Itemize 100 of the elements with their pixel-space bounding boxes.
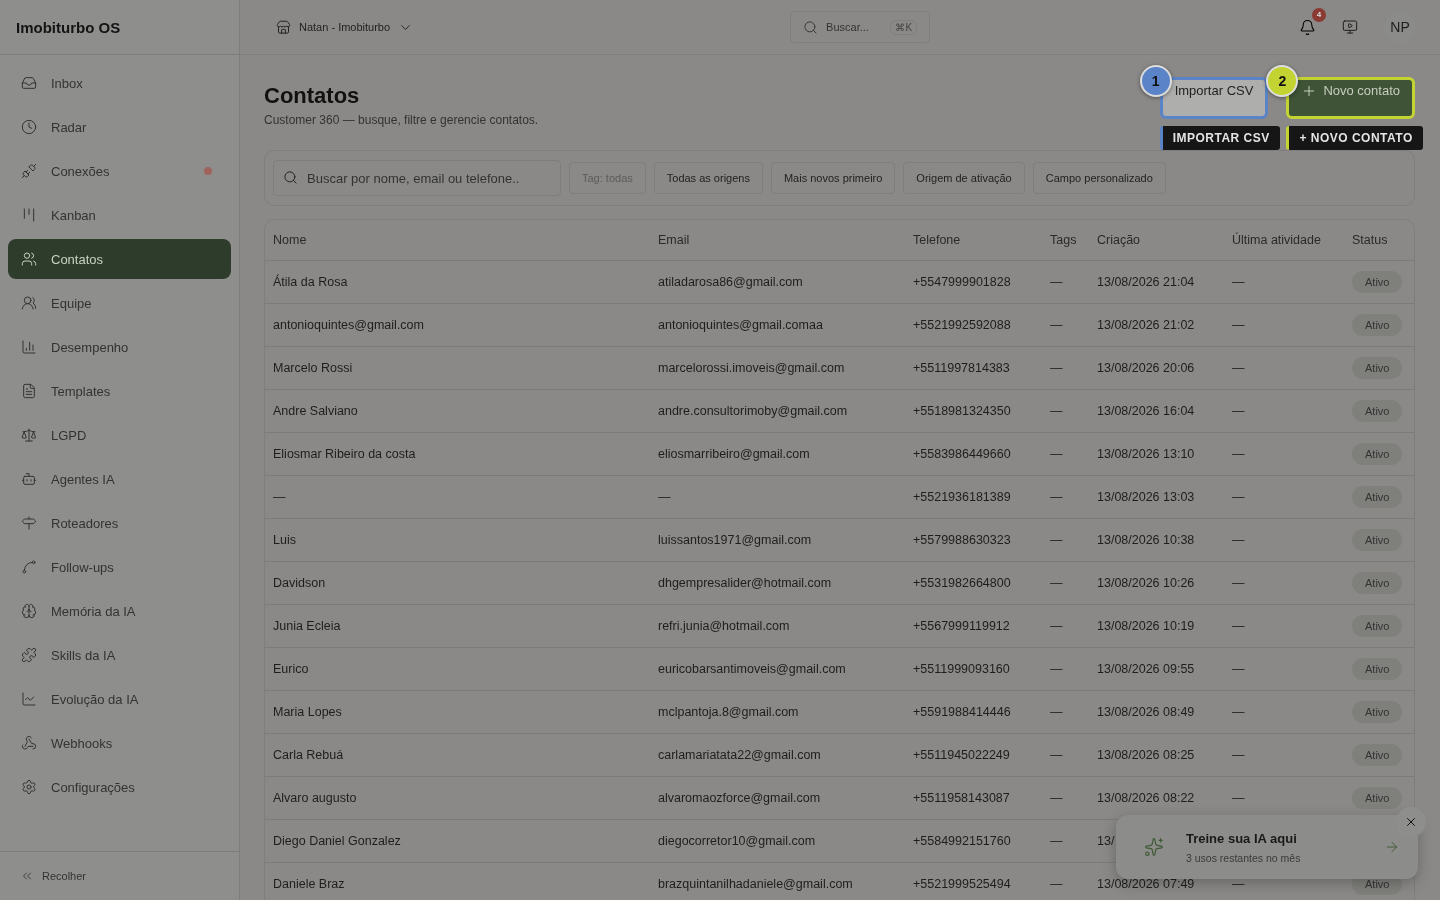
table-cell: 13/08/2026 09:55 xyxy=(1097,662,1195,676)
column-header: Email xyxy=(658,233,691,247)
sidebar-item[interactable]: Webhooks xyxy=(8,723,231,763)
sidebar-item[interactable]: Agentes IA xyxy=(8,459,231,499)
table-cell: — xyxy=(1232,490,1245,504)
workspace-selector[interactable]: Natan - Imobiturbo xyxy=(276,19,414,35)
table-cell: +5591988414446 xyxy=(913,705,1011,719)
sidebar-item[interactable]: Conexões xyxy=(8,151,231,191)
filter-button[interactable]: Origem de ativação xyxy=(903,162,1025,194)
table-cell: Alvaro augusto xyxy=(273,791,357,805)
sidebar-item[interactable]: Skills da IA xyxy=(8,635,231,675)
sidebar-item[interactable]: Radar xyxy=(8,107,231,147)
table-cell: +5521999525494 xyxy=(913,877,1011,891)
table-cell: — xyxy=(1232,361,1245,375)
search-field[interactable]: Buscar... ⌘K xyxy=(790,11,931,43)
sidebar-item[interactable]: Templates xyxy=(8,371,231,411)
table-cell: — xyxy=(1232,447,1245,461)
sidebar-item[interactable]: Follow-ups xyxy=(8,547,231,587)
sidebar-item[interactable]: Inbox xyxy=(8,63,231,103)
table-cell: diegocorretor10@gmail.com xyxy=(658,834,816,848)
sidebar-item[interactable]: Contatos xyxy=(8,239,231,279)
new-contact-button[interactable]: Novo contato xyxy=(1286,77,1415,119)
table-cell: — xyxy=(1050,877,1063,891)
table-cell: andre.consultorimoby@gmail.com xyxy=(658,404,848,418)
table-cell: — xyxy=(1050,447,1063,461)
users-icon xyxy=(21,251,37,267)
status-badge: Ativo xyxy=(1352,787,1403,809)
search-icon xyxy=(283,170,298,185)
signpost-icon xyxy=(21,515,37,531)
table-cell: eliosmarribeiro@gmail.com xyxy=(658,447,810,461)
scale-icon xyxy=(21,427,37,443)
table-cell: 13/08/2026 08:49 xyxy=(1097,705,1195,719)
step-badge: 2 xyxy=(1266,65,1299,97)
status-badge: Ativo xyxy=(1352,486,1403,508)
table-cell: 13/ xyxy=(1097,834,1115,848)
tour-label: IMPORTAR CSV xyxy=(1159,126,1280,150)
table-cell: 13/08/2026 20:06 xyxy=(1097,361,1195,375)
table-cell: mclpantoja.8@gmail.com xyxy=(658,705,799,719)
table-cell: — xyxy=(1050,662,1063,676)
table-cell: 13/08/2026 10:19 xyxy=(1097,619,1195,633)
toast-card[interactable]: Treine sua IA aqui 3 usos restantes no mês xyxy=(1116,815,1418,879)
table-cell: +5579988630323 xyxy=(913,533,1011,547)
table-cell: — xyxy=(1050,748,1063,762)
arrow-right-icon xyxy=(1384,839,1400,855)
import-button[interactable]: Importar CSV xyxy=(1159,77,1269,119)
app-title: Imobiturbo OS xyxy=(0,0,239,55)
sidebar-item[interactable]: LGPD xyxy=(8,415,231,455)
status-badge: Ativo xyxy=(1352,701,1403,723)
table-cell: 13/08/2026 13:03 xyxy=(1097,490,1195,504)
store-icon xyxy=(276,19,291,35)
table-cell: Diego Daniel Gonzalez xyxy=(273,834,401,848)
close-icon xyxy=(1404,815,1418,829)
unplug-icon xyxy=(21,163,37,179)
table-cell: — xyxy=(1232,705,1245,719)
column-header: Tags xyxy=(1050,233,1078,247)
sidebar-item[interactable]: Kanban xyxy=(8,195,231,235)
sidebar-item[interactable]: Memória da IA xyxy=(8,591,231,631)
status-badge: Ativo xyxy=(1352,658,1403,680)
collapse-button[interactable]: Recolher xyxy=(20,869,87,883)
document-icon xyxy=(21,383,37,399)
table-cell: +5567999119912 xyxy=(913,619,1010,633)
table-cell: 13/08/2026 07:49 xyxy=(1097,877,1195,891)
filter-button[interactable]: Campo personalizado xyxy=(1032,162,1166,194)
table-cell: +5531982664800 xyxy=(913,576,1011,590)
column-header: Status xyxy=(1352,233,1389,247)
sidebar-item[interactable]: Configurações xyxy=(8,767,231,807)
contact-search-field[interactable]: Buscar por nome, email ou telefone.. xyxy=(273,160,561,196)
table-cell: — xyxy=(1050,404,1063,418)
brain-icon xyxy=(21,603,37,619)
filter-button[interactable]: Todas as origens xyxy=(653,162,763,194)
notifications-button[interactable] xyxy=(1299,18,1316,36)
table-cell: 13/08/2026 08:25 xyxy=(1097,748,1195,762)
filter-button[interactable]: Mais novos primeiro xyxy=(770,162,896,194)
search-placeholder: Buscar... xyxy=(826,21,869,33)
robot-icon xyxy=(21,471,37,487)
table-cell: — xyxy=(1050,318,1063,332)
sidebar-item[interactable]: Evolução da IA xyxy=(8,679,231,719)
monitor-play-icon[interactable] xyxy=(1342,19,1358,35)
settings-icon xyxy=(21,779,37,795)
clock-icon xyxy=(21,119,37,135)
table-cell: +5547999901828 xyxy=(913,275,1011,289)
table-cell: — xyxy=(1050,791,1063,805)
table-cell: luissantos1971@gmail.com xyxy=(658,533,812,547)
status-badge: Ativo xyxy=(1352,744,1403,766)
table-cell: Davidson xyxy=(273,576,326,590)
sidebar-item[interactable]: Roteadores xyxy=(8,503,231,543)
table-cell: — xyxy=(1232,404,1245,418)
status-badge: Ativo xyxy=(1352,529,1403,551)
column-header: Telefone xyxy=(913,233,962,247)
table-cell: — xyxy=(1050,705,1063,719)
table-cell: Andre Salviano xyxy=(273,404,358,418)
puzzle-icon xyxy=(21,647,37,663)
table-cell: Eurico xyxy=(273,662,309,676)
toast-title: Treine sua IA aqui xyxy=(1186,830,1298,846)
sidebar-item[interactable]: Equipe xyxy=(8,283,231,323)
sidebar-item[interactable]: Desempenho xyxy=(8,327,231,367)
table-cell: — xyxy=(1232,791,1245,805)
table-cell: 13/08/2026 16:04 xyxy=(1097,404,1195,418)
tour-label: + NOVO CONTATO xyxy=(1286,126,1423,150)
table-cell: +5511999093160 xyxy=(913,662,1010,676)
